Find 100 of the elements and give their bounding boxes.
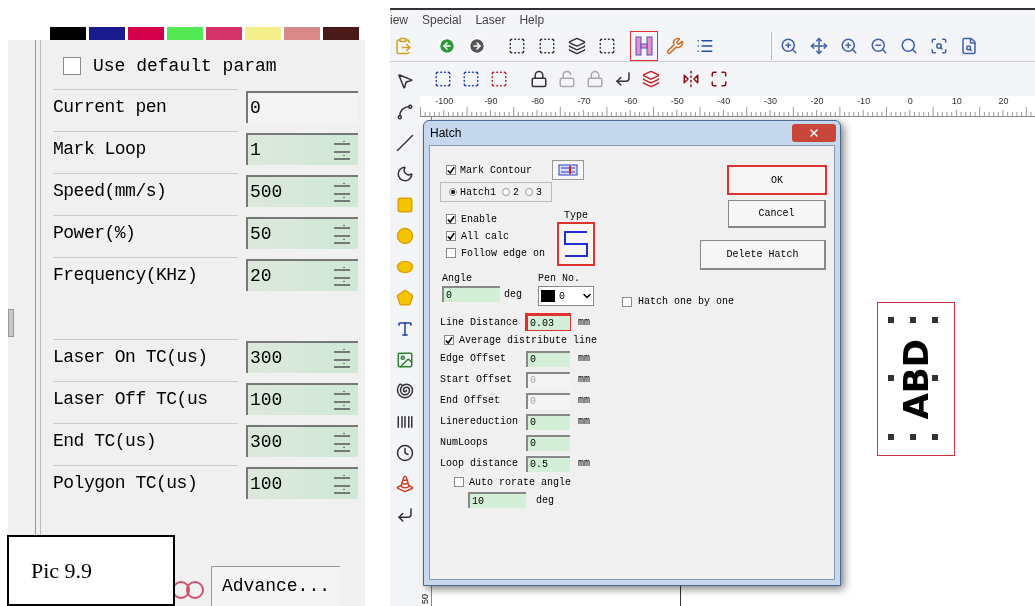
spin-field[interactable]: 500: [246, 175, 358, 207]
menu-item[interactable]: Laser: [475, 11, 506, 29]
zigzag-path-icon: [563, 229, 589, 259]
spin-field[interactable]: 50: [246, 217, 358, 249]
selection-frame[interactable]: ABD: [877, 302, 955, 456]
checkbox[interactable]: [454, 477, 464, 487]
unit-label: mm: [578, 415, 590, 429]
pen-color-swatch[interactable]: [89, 27, 125, 40]
pen-settings-icon: [558, 164, 578, 176]
unit-label: mm: [578, 352, 590, 366]
checkbox[interactable]: [622, 296, 632, 307]
param-label: Laser Off TC(us: [53, 381, 238, 417]
pen-color-swatch[interactable]: [50, 27, 86, 40]
hatch-tool-button[interactable]: [630, 30, 658, 61]
ruler-label: 10: [950, 96, 963, 106]
pen-select[interactable]: 0: [538, 286, 594, 306]
unit-label: mm: [578, 394, 590, 408]
input-field[interactable]: 0: [526, 413, 570, 430]
close-button[interactable]: [792, 124, 836, 142]
ruler-label: 0: [906, 96, 914, 106]
handle-icon: [888, 434, 894, 440]
field-label: Line Distance: [440, 315, 519, 330]
pen-color-swatch[interactable]: [206, 27, 242, 40]
dialog-button[interactable]: Cancel: [728, 200, 826, 228]
unit-label: mm: [578, 315, 590, 330]
ruler-label: -40: [716, 96, 732, 106]
checkbox-label: Hatch one by one: [638, 295, 734, 309]
radio-option[interactable]: 3: [525, 184, 543, 200]
close-icon: [808, 127, 820, 139]
param-label: Speed(mm/s): [53, 173, 238, 209]
spin-field[interactable]: 300: [246, 341, 358, 373]
splitter-handle[interactable]: [8, 309, 14, 337]
ruler-label: -50: [669, 96, 685, 106]
input-field[interactable]: 10: [468, 492, 526, 508]
checkbox[interactable]: [63, 57, 81, 75]
hatch-type-button[interactable]: [558, 223, 594, 265]
spin-field[interactable]: 300: [246, 425, 358, 457]
field-label: Loop distance: [440, 457, 519, 471]
checkbox-label: Mark Contour: [460, 163, 532, 178]
ruler-label: -70: [576, 96, 592, 106]
pen-color-swatch[interactable]: [245, 27, 281, 40]
unit-label: mm: [578, 373, 590, 387]
dialog-button[interactable]: OK: [728, 166, 826, 194]
input-field[interactable]: 0: [526, 350, 570, 367]
pen-color-swatch[interactable]: [128, 27, 164, 40]
dialog-button[interactable]: Delete Hatch: [700, 240, 826, 270]
checkbox-label: Auto rorate angle: [469, 475, 572, 490]
type-label: Type: [564, 209, 588, 223]
menu-item[interactable]: iew: [390, 11, 408, 29]
ruler-label: 50: [418, 594, 431, 604]
checkbox[interactable]: [446, 231, 456, 241]
checkbox-label: Use default param: [93, 54, 277, 78]
checkbox[interactable]: [444, 335, 454, 345]
handle-icon: [888, 317, 894, 323]
radio-option[interactable]: Hatch1: [449, 184, 496, 200]
input-field[interactable]: 0.5: [526, 455, 570, 472]
field-label: End Offset: [440, 394, 501, 408]
param-label: Current pen: [53, 89, 238, 125]
spin-field[interactable]: 100: [246, 383, 358, 415]
ruler-label: -30: [762, 96, 778, 106]
ruler-label: -10: [856, 96, 872, 106]
value-field[interactable]: 0: [246, 91, 358, 123]
checkbox[interactable]: [446, 165, 456, 175]
spin-field[interactable]: 1: [246, 133, 358, 165]
handle-icon: [910, 317, 916, 323]
param-label: End TC(us): [53, 423, 238, 459]
spin-field[interactable]: 20: [246, 259, 358, 291]
field-label: NumLoops: [440, 436, 489, 450]
checkbox-label: Average distribute line: [459, 333, 598, 348]
menu-item[interactable]: Help: [519, 11, 545, 29]
contour-settings-button[interactable]: [552, 160, 584, 180]
input-field[interactable]: 0.03: [526, 314, 570, 330]
spin-field[interactable]: 100: [246, 467, 358, 499]
field-label: Edge Offset: [440, 352, 507, 366]
param-label: Polygon TC(us): [53, 465, 238, 501]
handle-icon: [910, 434, 916, 440]
input-field[interactable]: 0: [526, 434, 570, 451]
pen-color-swatch[interactable]: [284, 27, 320, 40]
input-field[interactable]: 0: [442, 286, 500, 302]
pen-color-swatch[interactable]: [323, 27, 359, 40]
advance-button[interactable]: Advance...: [211, 566, 341, 606]
canvas-text[interactable]: ABD: [899, 338, 933, 420]
checkbox[interactable]: [446, 248, 456, 258]
handle-icon: [932, 434, 938, 440]
checkbox[interactable]: [446, 214, 456, 224]
checkbox-label: Enable: [461, 212, 497, 227]
unit-label: deg: [536, 493, 554, 508]
field-label: Pen No.: [538, 272, 582, 286]
radio-option[interactable]: 2: [502, 184, 520, 200]
ruler-label: -20: [809, 96, 825, 106]
handle-icon: [888, 375, 894, 381]
field-label: Linereduction: [440, 415, 519, 429]
hatch-icon: [635, 35, 653, 56]
ruler-label: -90: [483, 96, 499, 106]
menu-item[interactable]: Special: [422, 11, 462, 29]
pen-color-swatch[interactable]: [167, 27, 203, 40]
ruler-label: -80: [529, 96, 545, 106]
dialog-title: Hatch: [430, 125, 463, 142]
param-label: Frequency(KHz): [53, 257, 238, 293]
ruler-label: 20: [997, 96, 1010, 106]
